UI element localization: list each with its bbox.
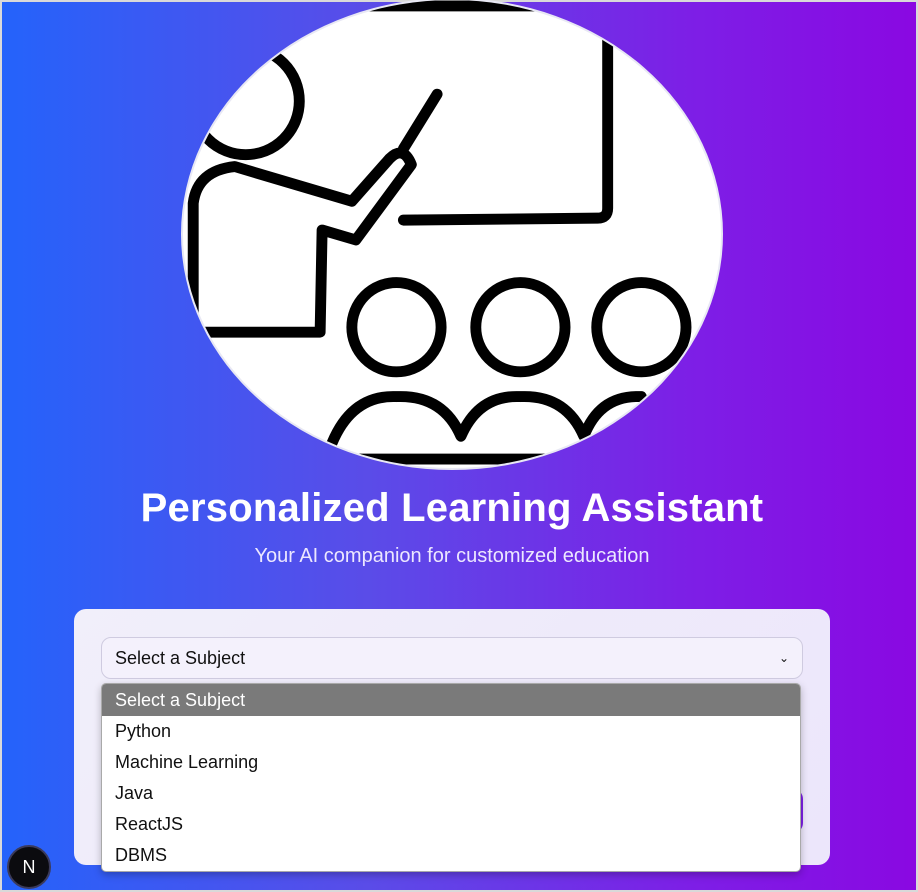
subject-select-value: Select a Subject: [115, 647, 246, 668]
option-reactjs[interactable]: ReactJS: [102, 809, 800, 840]
option-java[interactable]: Java: [102, 778, 800, 809]
option-dbms[interactable]: DBMS: [102, 840, 800, 871]
subject-select[interactable]: Select a Subject ⌄: [101, 637, 803, 679]
hero-illustration: [181, 0, 723, 470]
teacher-classroom-icon: [186, 0, 692, 465]
option-select-a-subject[interactable]: Select a Subject: [102, 684, 800, 716]
n-logo-icon[interactable]: N: [7, 845, 51, 889]
page-subtitle: Your AI companion for customized educati…: [254, 545, 650, 567]
option-machine-learning[interactable]: Machine Learning: [102, 747, 800, 778]
chevron-down-icon: ⌄: [778, 651, 789, 665]
option-python[interactable]: Python: [102, 716, 800, 747]
subject-dropdown-list: Select a Subject Python Machine Learning…: [101, 683, 801, 872]
page-title: Personalized Learning Assistant: [140, 486, 764, 530]
